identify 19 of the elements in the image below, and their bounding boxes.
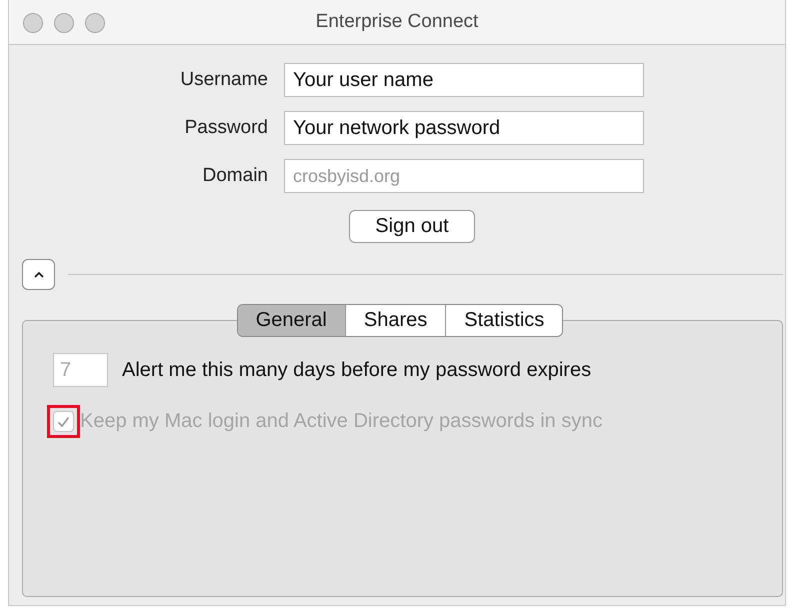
field-label: Username xyxy=(180,69,268,91)
checkmark-icon xyxy=(57,416,70,428)
window-control-button[interactable] xyxy=(54,13,74,33)
window-title: Enterprise Connect xyxy=(316,11,478,33)
input-field[interactable]: crosbyisd.org xyxy=(284,159,644,193)
alert-label: Alert me this many days before my password expires xyxy=(122,358,592,382)
tab[interactable]: Statistics xyxy=(445,305,562,336)
sign-out-button[interactable]: Sign out xyxy=(349,210,475,243)
chevron-icon xyxy=(32,270,44,278)
sync-label: Keep my Mac login and Active Directory passwords in sync xyxy=(80,410,602,433)
tab[interactable]: General xyxy=(238,305,345,336)
input-field[interactable]: Your network password xyxy=(284,111,644,145)
field-label: Domain xyxy=(202,165,268,187)
disclosure-button[interactable] xyxy=(22,259,55,290)
days-field[interactable]: 7 xyxy=(53,353,108,387)
field-label: Password xyxy=(184,117,268,139)
window-control-button[interactable] xyxy=(85,13,105,33)
input-field[interactable]: Your user name xyxy=(284,63,644,97)
window-control-button[interactable] xyxy=(23,13,43,33)
